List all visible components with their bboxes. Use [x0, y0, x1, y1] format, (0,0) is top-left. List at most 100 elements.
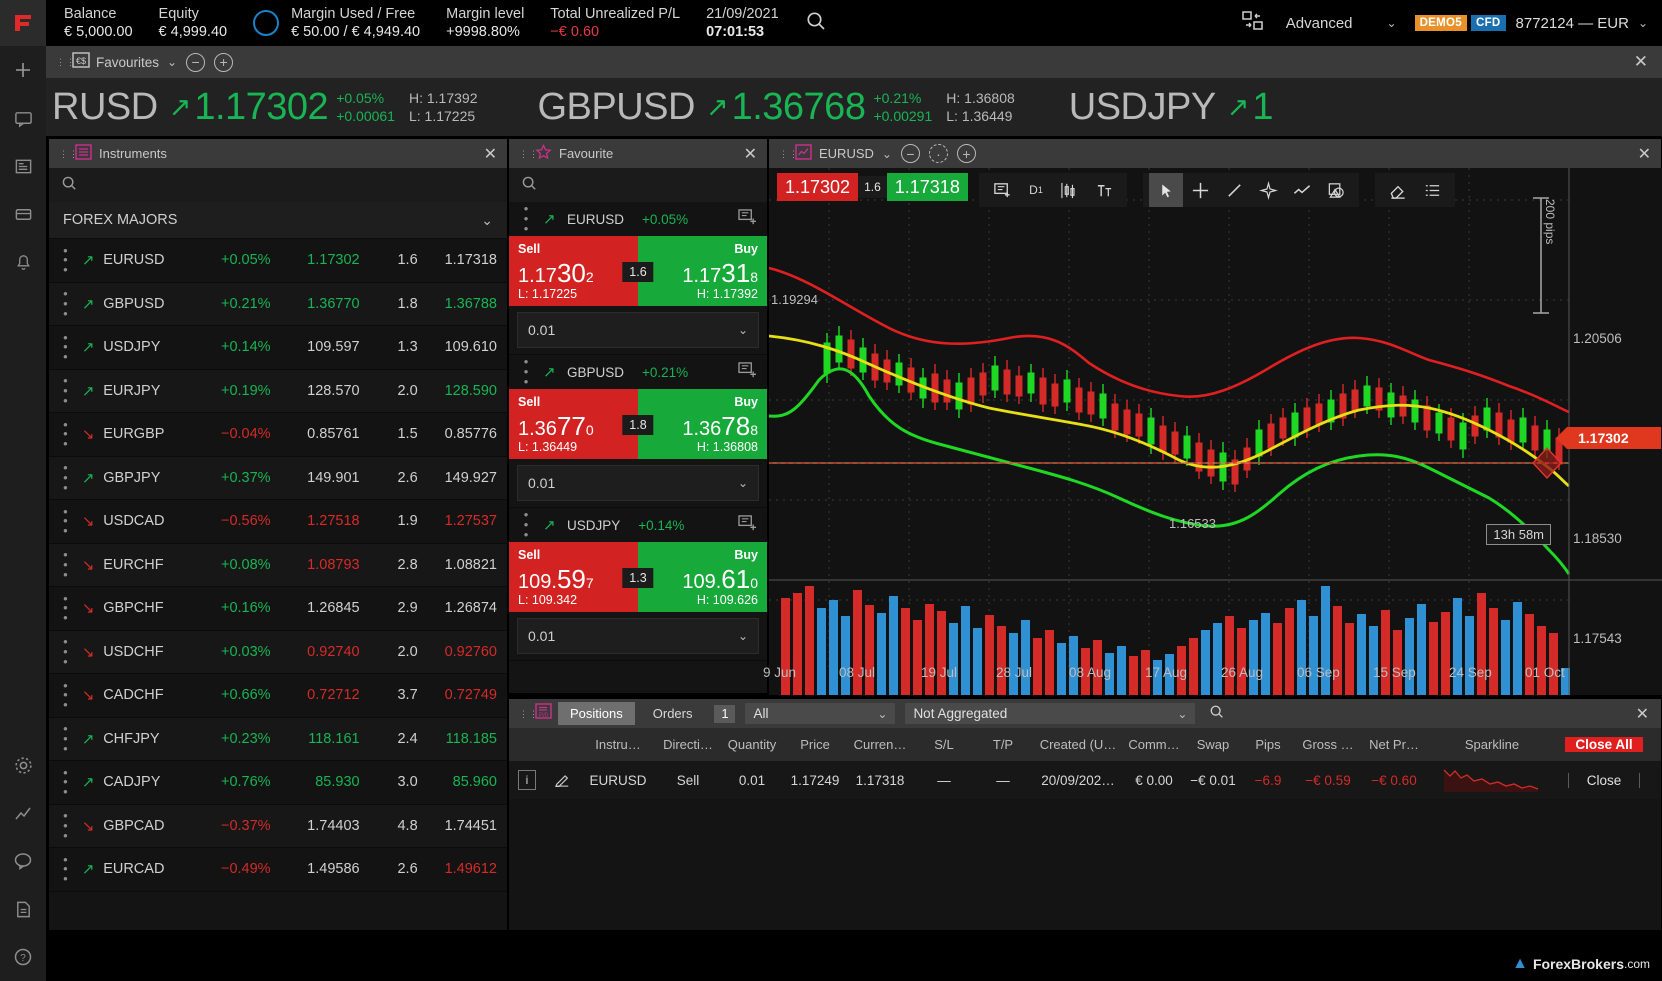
- instrument-group-header[interactable]: FOREX MAJORS ⌄: [49, 202, 507, 239]
- close-instruments-button[interactable]: ✕: [484, 144, 497, 164]
- column-header-quantity[interactable]: Quantity: [719, 737, 785, 752]
- close-favourites-button[interactable]: ✕: [1634, 52, 1648, 72]
- instrument-ask[interactable]: 1.36788: [418, 296, 507, 312]
- instrument-ask[interactable]: 149.927: [418, 470, 507, 486]
- column-header-sparkline[interactable]: Sparkline: [1427, 737, 1557, 752]
- add-widget-icon[interactable]: [0, 46, 46, 94]
- chart-buy-badge[interactable]: 1.17318: [887, 173, 968, 201]
- column-header-created[interactable]: Created (U…: [1033, 737, 1123, 752]
- instrument-bid[interactable]: 109.597: [271, 339, 360, 355]
- search-icon[interactable]: [1209, 704, 1224, 724]
- instrument-ask[interactable]: 128.590: [418, 383, 507, 399]
- instrument-row[interactable]: •••↗CADJPY+0.76%85.9303.085.960: [49, 761, 507, 805]
- row-menu-icon[interactable]: •••: [49, 246, 82, 275]
- instrument-row[interactable]: •••↗EURJPY+0.19%128.5702.0128.590: [49, 370, 507, 414]
- instrument-ask[interactable]: 1.74451: [418, 818, 507, 834]
- instrument-ask[interactable]: 1.08821: [418, 557, 507, 573]
- instrument-row[interactable]: •••↗EURCAD−0.49%1.495862.61.49612: [49, 848, 507, 892]
- quantity-stepper[interactable]: 0.01⌄: [517, 618, 759, 654]
- trendline-icon[interactable]: [1217, 173, 1251, 207]
- row-menu-icon[interactable]: •••: [49, 289, 82, 318]
- add-favourite-button[interactable]: +: [214, 53, 233, 72]
- help-icon[interactable]: ?: [0, 933, 46, 981]
- objects-list-icon[interactable]: [1415, 173, 1449, 207]
- instrument-bid[interactable]: 1.74403: [271, 818, 360, 834]
- row-menu-icon[interactable]: •••: [49, 594, 82, 623]
- analysis-icon[interactable]: [0, 789, 46, 837]
- column-header-price[interactable]: Price: [785, 737, 845, 752]
- annotation-icon[interactable]: [985, 173, 1019, 207]
- instrument-ask[interactable]: 118.185: [418, 731, 507, 747]
- ticker-item[interactable]: USDJPY ↗ 1: [1015, 86, 1273, 129]
- instrument-bid[interactable]: 0.92740: [271, 644, 360, 660]
- instrument-ask[interactable]: 1.17318: [418, 252, 507, 268]
- instrument-ask[interactable]: 85.960: [418, 774, 507, 790]
- instrument-ask[interactable]: 1.26874: [418, 600, 507, 616]
- chevron-down-icon[interactable]: ⌄: [1387, 16, 1397, 30]
- instrument-bid[interactable]: 1.26845: [271, 600, 360, 616]
- favourite-card-header[interactable]: •••↗USDJPY+0.14%: [509, 508, 767, 542]
- instrument-bid[interactable]: 0.85761: [271, 426, 360, 442]
- column-header-commission[interactable]: Comm…: [1123, 737, 1185, 752]
- close-chart-button[interactable]: ✕: [1638, 144, 1651, 164]
- instrument-bid[interactable]: 85.930: [271, 774, 360, 790]
- instrument-row[interactable]: •••↗GBPJPY+0.37%149.9012.6149.927: [49, 457, 507, 501]
- close-all-button[interactable]: Close All: [1565, 737, 1642, 752]
- favourite-search-row[interactable]: [509, 168, 767, 202]
- crosshair-target-icon[interactable]: ·: [929, 144, 948, 163]
- drag-handle-icon[interactable]: ⋮⋮: [519, 712, 527, 716]
- row-menu-icon[interactable]: •••: [49, 855, 82, 884]
- edit-icon[interactable]: [545, 771, 579, 790]
- instrument-bid[interactable]: 1.27518: [271, 513, 360, 529]
- column-header-direction[interactable]: Directi…: [657, 737, 719, 752]
- instrument-bid[interactable]: 118.161: [271, 731, 360, 747]
- drag-handle-icon[interactable]: ⋮⋮: [56, 60, 64, 64]
- chevron-down-icon[interactable]: ⌄: [738, 629, 748, 643]
- shapes-icon[interactable]: [1319, 173, 1353, 207]
- reports-icon[interactable]: [0, 885, 46, 933]
- instrument-bid[interactable]: 128.570: [271, 383, 360, 399]
- row-menu-icon[interactable]: •••: [49, 507, 82, 536]
- column-header-current[interactable]: Curren…: [845, 737, 915, 752]
- zoom-out-button[interactable]: −: [901, 144, 920, 163]
- support-chat-icon[interactable]: [0, 837, 46, 885]
- chat-icon[interactable]: [0, 94, 46, 142]
- instrument-ask[interactable]: 0.72749: [418, 687, 507, 703]
- instrument-row[interactable]: •••↘CADCHF+0.66%0.727123.70.72749: [49, 674, 507, 718]
- instrument-bid[interactable]: 1.36770: [271, 296, 360, 312]
- tab-orders[interactable]: Orders: [641, 702, 705, 725]
- star-tool-icon[interactable]: [1251, 173, 1285, 207]
- aggregation-select[interactable]: Not Aggregated ⌄: [905, 703, 1195, 724]
- chart-sell-badge[interactable]: 1.17302: [777, 173, 858, 201]
- column-header-pips[interactable]: Pips: [1241, 737, 1295, 752]
- instrument-ask[interactable]: 0.92760: [418, 644, 507, 660]
- row-menu-icon[interactable]: •••: [49, 768, 82, 797]
- column-header-instrument[interactable]: Instru…: [579, 737, 657, 752]
- ticker-item[interactable]: RUSD ↗ 1.17302 +0.05% +0.00061 H: 1.1739…: [46, 86, 477, 129]
- text-tool-icon[interactable]: [1087, 173, 1121, 207]
- chevron-down-icon[interactable]: ⌄: [882, 147, 892, 161]
- table-row[interactable]: i EURUSD Sell 0.01 1.17249 1.17318 — — 2…: [509, 761, 1661, 799]
- drag-handle-icon[interactable]: ⋮⋮: [519, 152, 527, 156]
- mode-selector-label[interactable]: Advanced: [1286, 15, 1353, 32]
- favourite-card-header[interactable]: •••↗GBPUSD+0.21%: [509, 355, 767, 389]
- chevron-down-icon[interactable]: ⌄: [738, 323, 748, 337]
- column-header-net[interactable]: Net Pr…: [1361, 737, 1427, 752]
- row-menu-icon[interactable]: •••: [49, 333, 82, 362]
- instrument-ask[interactable]: 0.85776: [418, 426, 507, 442]
- instrument-bid[interactable]: 1.49586: [271, 861, 360, 877]
- info-icon[interactable]: i: [509, 770, 545, 790]
- account-number[interactable]: 8772124 — EUR: [1516, 15, 1629, 32]
- row-menu-icon[interactable]: •••: [49, 376, 82, 405]
- cursor-icon[interactable]: [1149, 173, 1183, 207]
- instrument-row[interactable]: •••↗USDJPY+0.14%109.5971.3109.610: [49, 326, 507, 370]
- instrument-bid[interactable]: 0.72712: [271, 687, 360, 703]
- favourite-card-header[interactable]: •••↗EURUSD+0.05%: [509, 202, 767, 236]
- column-header-sl[interactable]: S/L: [915, 737, 973, 752]
- instrument-row[interactable]: •••↘GBPCAD−0.37%1.744034.81.74451: [49, 805, 507, 849]
- collapse-button[interactable]: −: [186, 53, 205, 72]
- tab-positions[interactable]: Positions: [558, 702, 635, 725]
- ticker-item[interactable]: GBPUSD ↗ 1.36768 +0.21% +0.00291 H: 1.36…: [477, 86, 1014, 129]
- instrument-row[interactable]: •••↗GBPUSD+0.21%1.367701.81.36788: [49, 283, 507, 327]
- candlestick-icon[interactable]: [1053, 173, 1087, 207]
